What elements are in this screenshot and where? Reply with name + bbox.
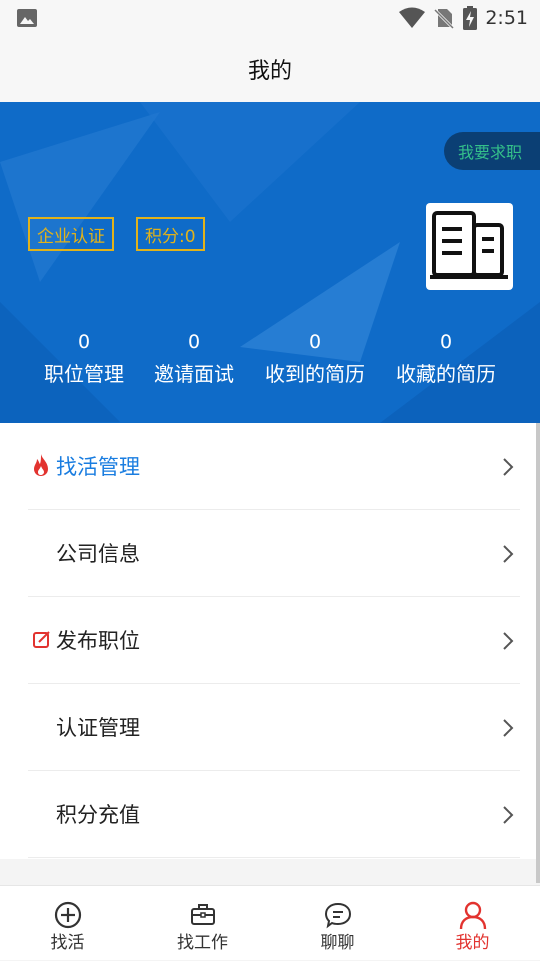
company-avatar[interactable] xyxy=(426,203,513,290)
menu-item-points-recharge[interactable]: 积分充值 xyxy=(28,771,520,858)
menu-label: 公司信息 xyxy=(56,542,140,566)
clock: 2:51 xyxy=(485,7,528,29)
tab-label: 聊聊 xyxy=(320,933,355,953)
chat-bubble-icon xyxy=(324,902,351,929)
menu-item-post-job[interactable]: 发布职位 xyxy=(28,597,520,684)
title-bar: 我的 xyxy=(0,36,540,102)
chevron-right-icon xyxy=(503,458,514,476)
bottom-tab-bar: 找活 找工作 聊聊 我的 xyxy=(0,885,540,960)
stat-label: 邀请面试 xyxy=(154,362,234,386)
menu-label: 积分充值 xyxy=(56,803,140,827)
briefcase-icon xyxy=(190,904,215,925)
edit-icon xyxy=(33,631,50,648)
menu-item-gig-management[interactable]: 找活管理 xyxy=(28,423,520,510)
tab-find-job[interactable]: 找工作 xyxy=(135,886,270,961)
page-title: 我的 xyxy=(247,59,292,84)
person-icon xyxy=(459,901,486,930)
section-spacer xyxy=(0,859,540,885)
status-bar: 2:51 xyxy=(0,0,540,36)
stat-value: 0 xyxy=(77,331,91,353)
plus-circle-icon xyxy=(54,901,81,929)
profile-header: 我要求职 企业认证 积分:0 0 职位管理 0 邀请面试 0 收到的简历 0 收… xyxy=(0,102,540,423)
menu-list: 找活管理 公司信息 发布职位 认证管理 积分充值 xyxy=(0,423,540,859)
chevron-right-icon xyxy=(503,806,514,824)
battery-charging-icon xyxy=(463,6,478,30)
building-icon xyxy=(430,211,508,279)
tab-label: 我的 xyxy=(455,933,490,953)
stat-value: 0 xyxy=(308,331,322,353)
chevron-right-icon xyxy=(503,719,514,737)
tab-label: 找工作 xyxy=(177,933,228,953)
menu-item-cert-management[interactable]: 认证管理 xyxy=(28,684,520,771)
menu-label: 认证管理 xyxy=(56,716,140,740)
stat-label: 职位管理 xyxy=(44,362,124,386)
fire-icon xyxy=(34,454,48,476)
stat-saved-resumes[interactable]: 0 收藏的简历 xyxy=(388,330,504,388)
stat-value: 0 xyxy=(187,331,201,353)
tab-chat[interactable]: 聊聊 xyxy=(270,886,405,961)
enterprise-cert-badge[interactable]: 企业认证 xyxy=(28,217,114,251)
menu-label: 找活管理 xyxy=(56,455,140,479)
no-sim-icon xyxy=(434,8,455,29)
scrollbar[interactable] xyxy=(536,423,540,883)
stat-label: 收藏的简历 xyxy=(396,362,496,386)
stat-label: 收到的简历 xyxy=(265,362,365,386)
stat-interview-invites[interactable]: 0 邀请面试 xyxy=(144,330,244,388)
stat-job-management[interactable]: 0 职位管理 xyxy=(34,330,134,388)
chevron-right-icon xyxy=(503,545,514,563)
menu-item-company-info[interactable]: 公司信息 xyxy=(28,510,520,597)
tab-label: 找活 xyxy=(50,933,85,953)
chevron-right-icon xyxy=(503,632,514,650)
tab-mine[interactable]: 我的 xyxy=(405,886,540,961)
stat-value: 0 xyxy=(439,331,453,353)
stat-received-resumes[interactable]: 0 收到的简历 xyxy=(258,330,372,388)
points-badge[interactable]: 积分:0 xyxy=(136,217,205,251)
tab-find-gig[interactable]: 找活 xyxy=(0,886,135,961)
menu-label: 发布职位 xyxy=(56,629,140,653)
image-notification-icon xyxy=(17,9,37,27)
job-seek-button[interactable]: 我要求职 xyxy=(444,132,540,170)
wifi-icon xyxy=(399,7,426,28)
